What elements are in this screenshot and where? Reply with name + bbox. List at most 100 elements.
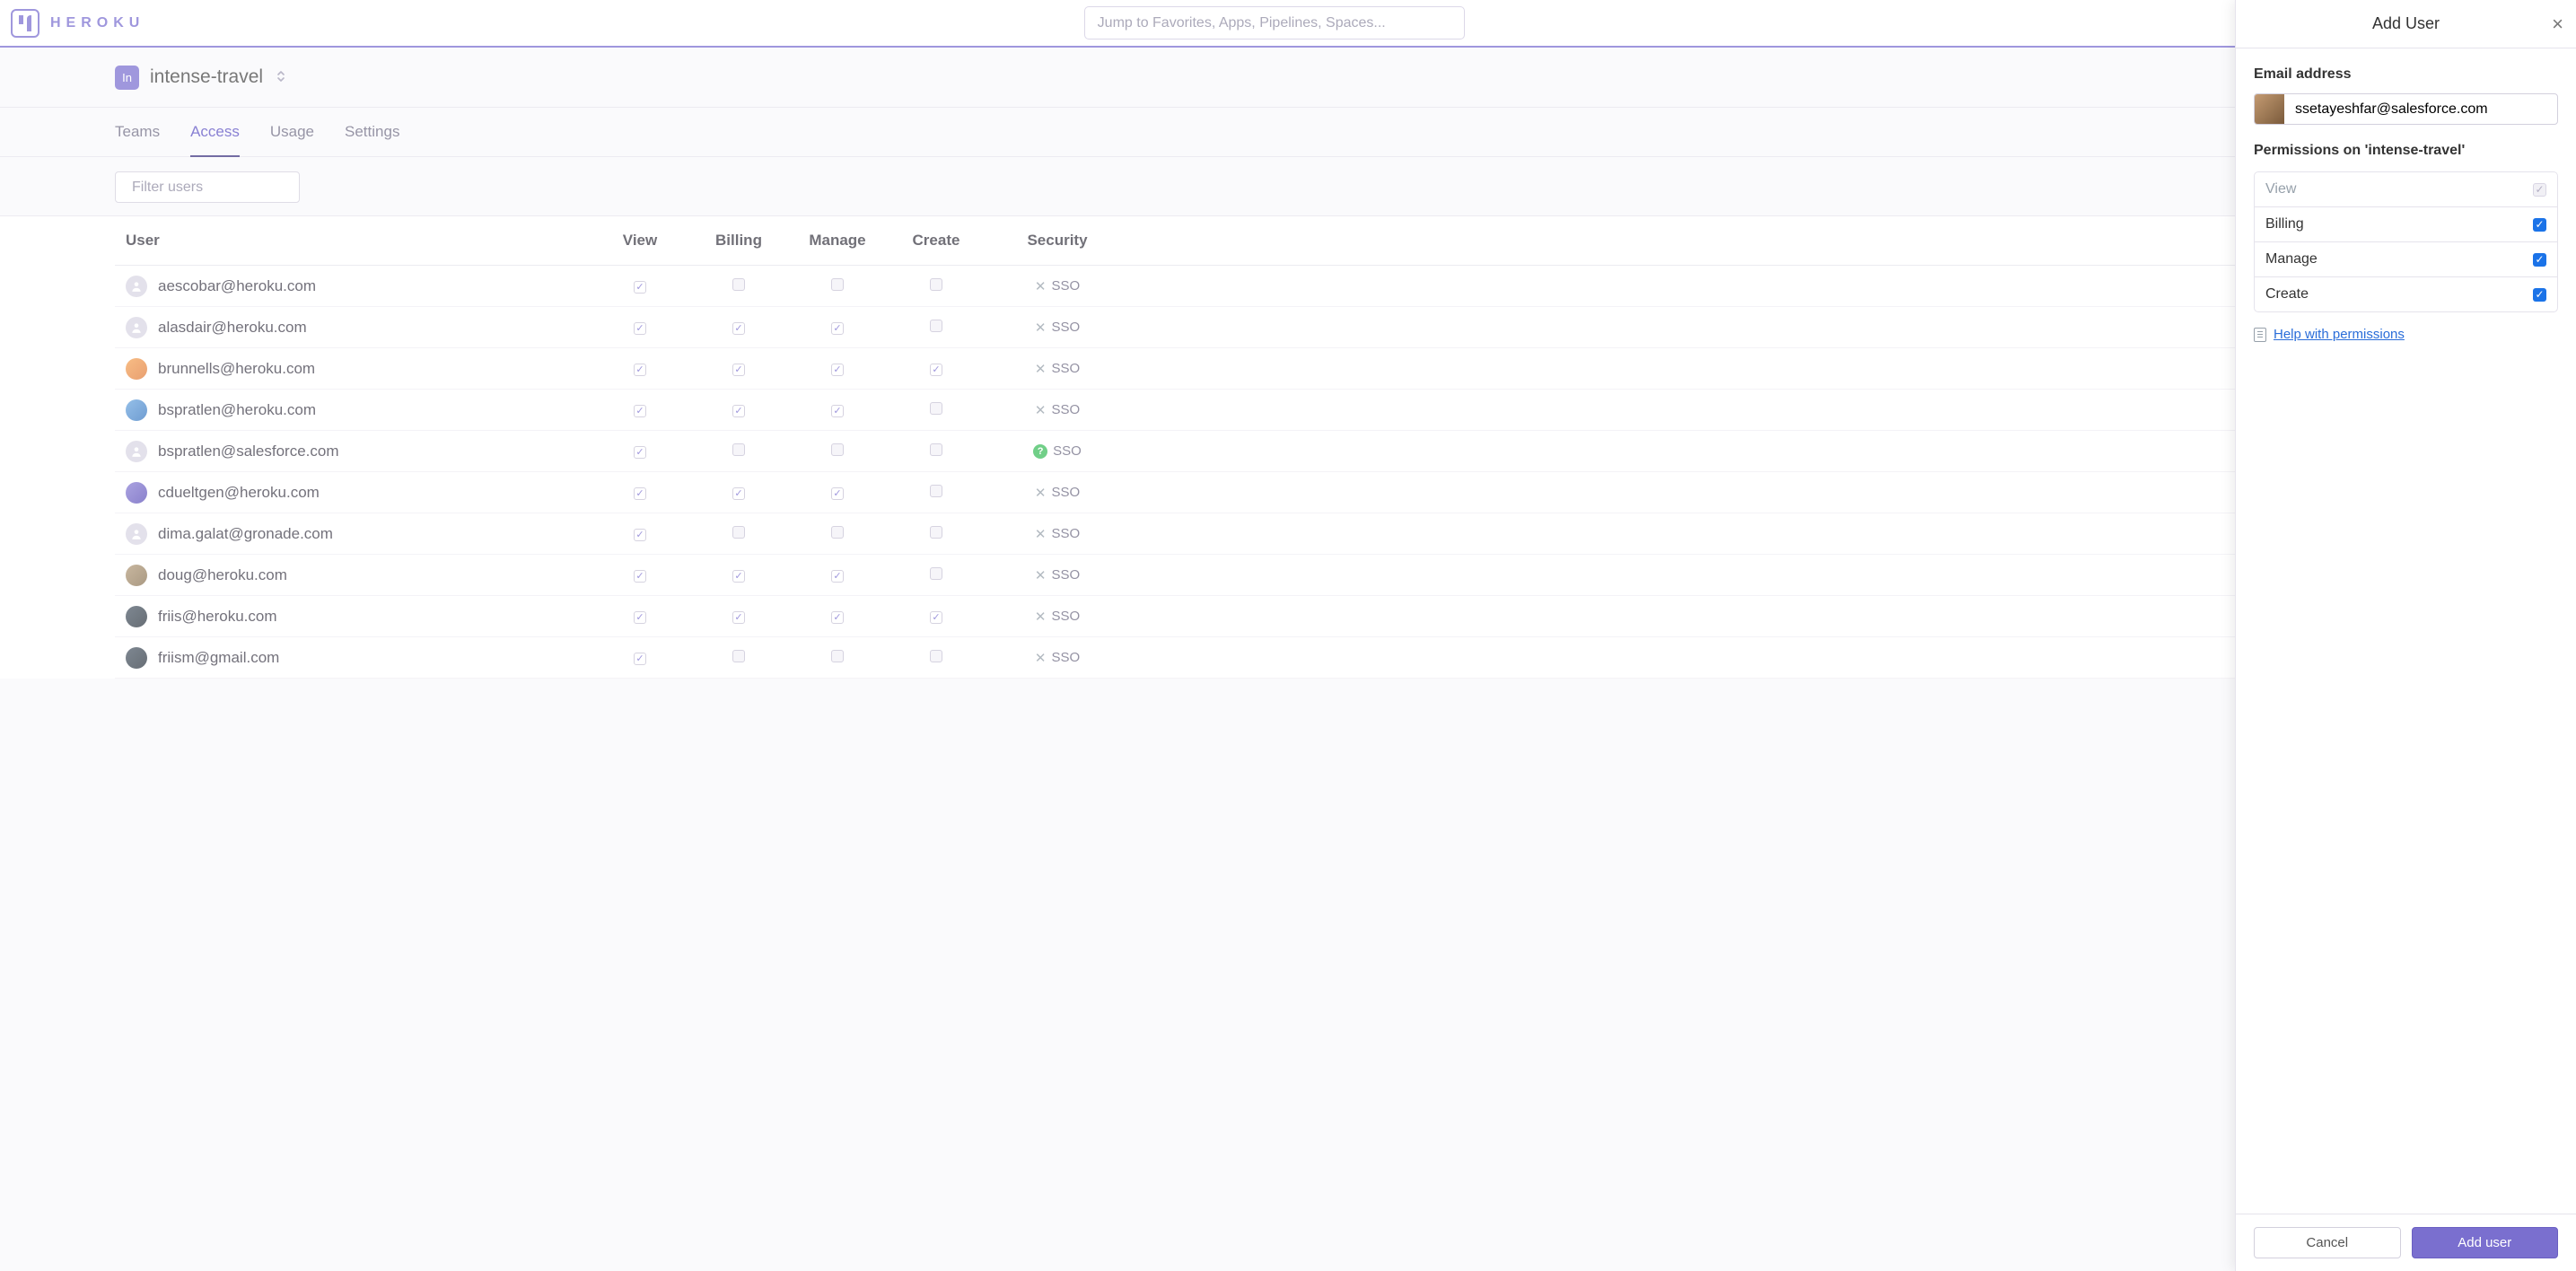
col-create: Create — [887, 232, 986, 250]
perm-checkbox-create[interactable] — [930, 485, 942, 497]
perm-checkbox-create[interactable]: ✓ — [930, 611, 942, 624]
avatar — [126, 523, 147, 545]
sso-label: SSO — [1051, 278, 1080, 294]
perm-checkbox-create[interactable] — [930, 650, 942, 662]
user-email: dima.galat@gronade.com — [158, 525, 333, 543]
table-row[interactable]: friis@heroku.com✓✓✓✓✕SSO — [115, 596, 2461, 637]
perm-checkbox-billing[interactable]: ✓ — [732, 611, 745, 624]
perm-checkbox-billing[interactable] — [732, 526, 745, 539]
table-row[interactable]: alasdair@heroku.com✓✓✓✕SSO — [115, 307, 2461, 348]
help-icon: ? — [1033, 444, 1047, 459]
perm-checkbox-view[interactable]: ✓ — [634, 653, 646, 665]
perm-checkbox-create[interactable] — [930, 526, 942, 539]
perm-item[interactable]: Billing✓ — [2255, 207, 2557, 242]
perm-item[interactable]: Create ✓ — [2255, 277, 2557, 311]
close-icon[interactable]: × — [2552, 14, 2563, 34]
perm-checkbox-view[interactable]: ✓ — [634, 405, 646, 417]
perm-checkbox-create[interactable] — [930, 278, 942, 291]
avatar — [126, 276, 147, 297]
perm-checkbox-manage[interactable]: ✓ — [831, 570, 844, 583]
col-billing: Billing — [689, 232, 788, 250]
email-input[interactable] — [2284, 101, 2557, 118]
perm-checkbox-view[interactable]: ✓ — [634, 529, 646, 541]
perm-checkbox[interactable]: ✓ — [2533, 253, 2546, 267]
col-manage: Manage — [788, 232, 887, 250]
perm-name: Create — [2265, 286, 2309, 302]
table-row[interactable]: bspratlen@heroku.com✓✓✓✕SSO — [115, 390, 2461, 431]
users-table: User View Billing Manage Create Security… — [0, 216, 2576, 679]
perm-checkbox-view[interactable]: ✓ — [634, 322, 646, 335]
avatar — [126, 482, 147, 504]
table-row[interactable]: aescobar@heroku.com ✓ ✕SSO — [115, 266, 2461, 307]
table-row[interactable]: cdueltgen@heroku.com✓✓✓✕SSO — [115, 472, 2461, 513]
filter-row — [0, 157, 2576, 216]
perm-checkbox[interactable]: ✓ — [2533, 218, 2546, 232]
perm-checkbox-view[interactable]: ✓ — [634, 570, 646, 583]
avatar — [126, 399, 147, 421]
add-user-panel: Add User × Email address Permissions on … — [2235, 0, 2576, 1271]
permissions-list: View✓Billing✓Manage✓Create✓ — [2254, 171, 2558, 312]
perm-checkbox-manage[interactable]: ✓ — [831, 611, 844, 624]
perm-checkbox-manage[interactable]: ✓ — [831, 364, 844, 376]
perm-checkbox-billing[interactable]: ✓ — [732, 487, 745, 500]
user-email: aescobar@heroku.com — [158, 277, 316, 295]
perm-checkbox-billing[interactable] — [732, 650, 745, 662]
perm-checkbox[interactable]: ✓ — [2533, 288, 2546, 302]
team-switcher-icon[interactable] — [276, 69, 286, 86]
perm-checkbox-view[interactable]: ✓ — [634, 281, 646, 294]
perm-checkbox-create[interactable] — [930, 443, 942, 456]
perm-checkbox-view[interactable]: ✓ — [634, 446, 646, 459]
tab-access[interactable]: Access — [190, 109, 240, 157]
perm-checkbox-billing[interactable]: ✓ — [732, 322, 745, 335]
email-label: Email address — [2254, 66, 2558, 83]
logo[interactable]: HEROKU — [11, 9, 145, 38]
perm-checkbox-create[interactable] — [930, 402, 942, 415]
table-row[interactable]: brunnells@heroku.com✓✓✓✓✕SSO — [115, 348, 2461, 390]
x-icon: ✕ — [1035, 320, 1047, 336]
global-search-input[interactable] — [1084, 6, 1465, 39]
x-icon: ✕ — [1035, 278, 1047, 294]
perm-checkbox-view[interactable]: ✓ — [634, 487, 646, 500]
perm-checkbox-manage[interactable] — [831, 278, 844, 291]
perm-checkbox-view[interactable]: ✓ — [634, 611, 646, 624]
tab-usage[interactable]: Usage — [270, 109, 314, 155]
perm-checkbox-billing[interactable] — [732, 443, 745, 456]
panel-footer: Cancel Add user — [2236, 1214, 2576, 1271]
filter-users-box[interactable] — [115, 171, 300, 203]
tab-teams[interactable]: Teams — [115, 109, 160, 155]
perm-checkbox-manage[interactable]: ✓ — [831, 487, 844, 500]
team-chip: In — [115, 66, 139, 90]
perm-item[interactable]: Manage ✓ — [2255, 242, 2557, 277]
perm-checkbox-billing[interactable]: ✓ — [732, 570, 745, 583]
help-link[interactable]: Help with permissions — [2274, 327, 2405, 342]
user-email: bspratlen@heroku.com — [158, 401, 316, 419]
perm-checkbox-view[interactable]: ✓ — [634, 364, 646, 376]
user-email: bspratlen@salesforce.com — [158, 443, 339, 460]
table-row[interactable]: dima.galat@gronade.com✓✕SSO — [115, 513, 2461, 555]
sso-label: SSO — [1053, 443, 1082, 459]
perm-checkbox-manage[interactable]: ✓ — [831, 322, 844, 335]
perm-checkbox-manage[interactable] — [831, 526, 844, 539]
perm-checkbox-manage[interactable] — [831, 443, 844, 456]
add-user-button[interactable]: Add user — [2412, 1227, 2559, 1258]
perm-checkbox-create[interactable]: ✓ — [930, 364, 942, 376]
avatar — [126, 441, 147, 462]
table-row[interactable]: bspratlen@salesforce.com ✓? SSO — [115, 431, 2461, 472]
perm-checkbox-billing[interactable]: ✓ — [732, 364, 745, 376]
doc-icon — [2254, 328, 2266, 342]
tab-settings[interactable]: Settings — [345, 109, 399, 155]
perm-checkbox-create[interactable] — [930, 567, 942, 580]
brand-text: HEROKU — [50, 15, 145, 31]
perm-checkbox-manage[interactable]: ✓ — [831, 405, 844, 417]
sso-label: SSO — [1051, 650, 1080, 665]
perm-checkbox-billing[interactable] — [732, 278, 745, 291]
perm-checkbox-create[interactable] — [930, 320, 942, 332]
cancel-button[interactable]: Cancel — [2254, 1227, 2401, 1258]
perm-name: Manage — [2265, 251, 2318, 267]
table-row[interactable]: friism@gmail.com✓✕SSO — [115, 637, 2461, 679]
filter-users-input[interactable] — [132, 180, 318, 196]
heroku-logo-icon — [11, 9, 39, 38]
perm-checkbox-billing[interactable]: ✓ — [732, 405, 745, 417]
table-row[interactable]: doug@heroku.com✓✓✓✕SSO — [115, 555, 2461, 596]
perm-checkbox-manage[interactable] — [831, 650, 844, 662]
